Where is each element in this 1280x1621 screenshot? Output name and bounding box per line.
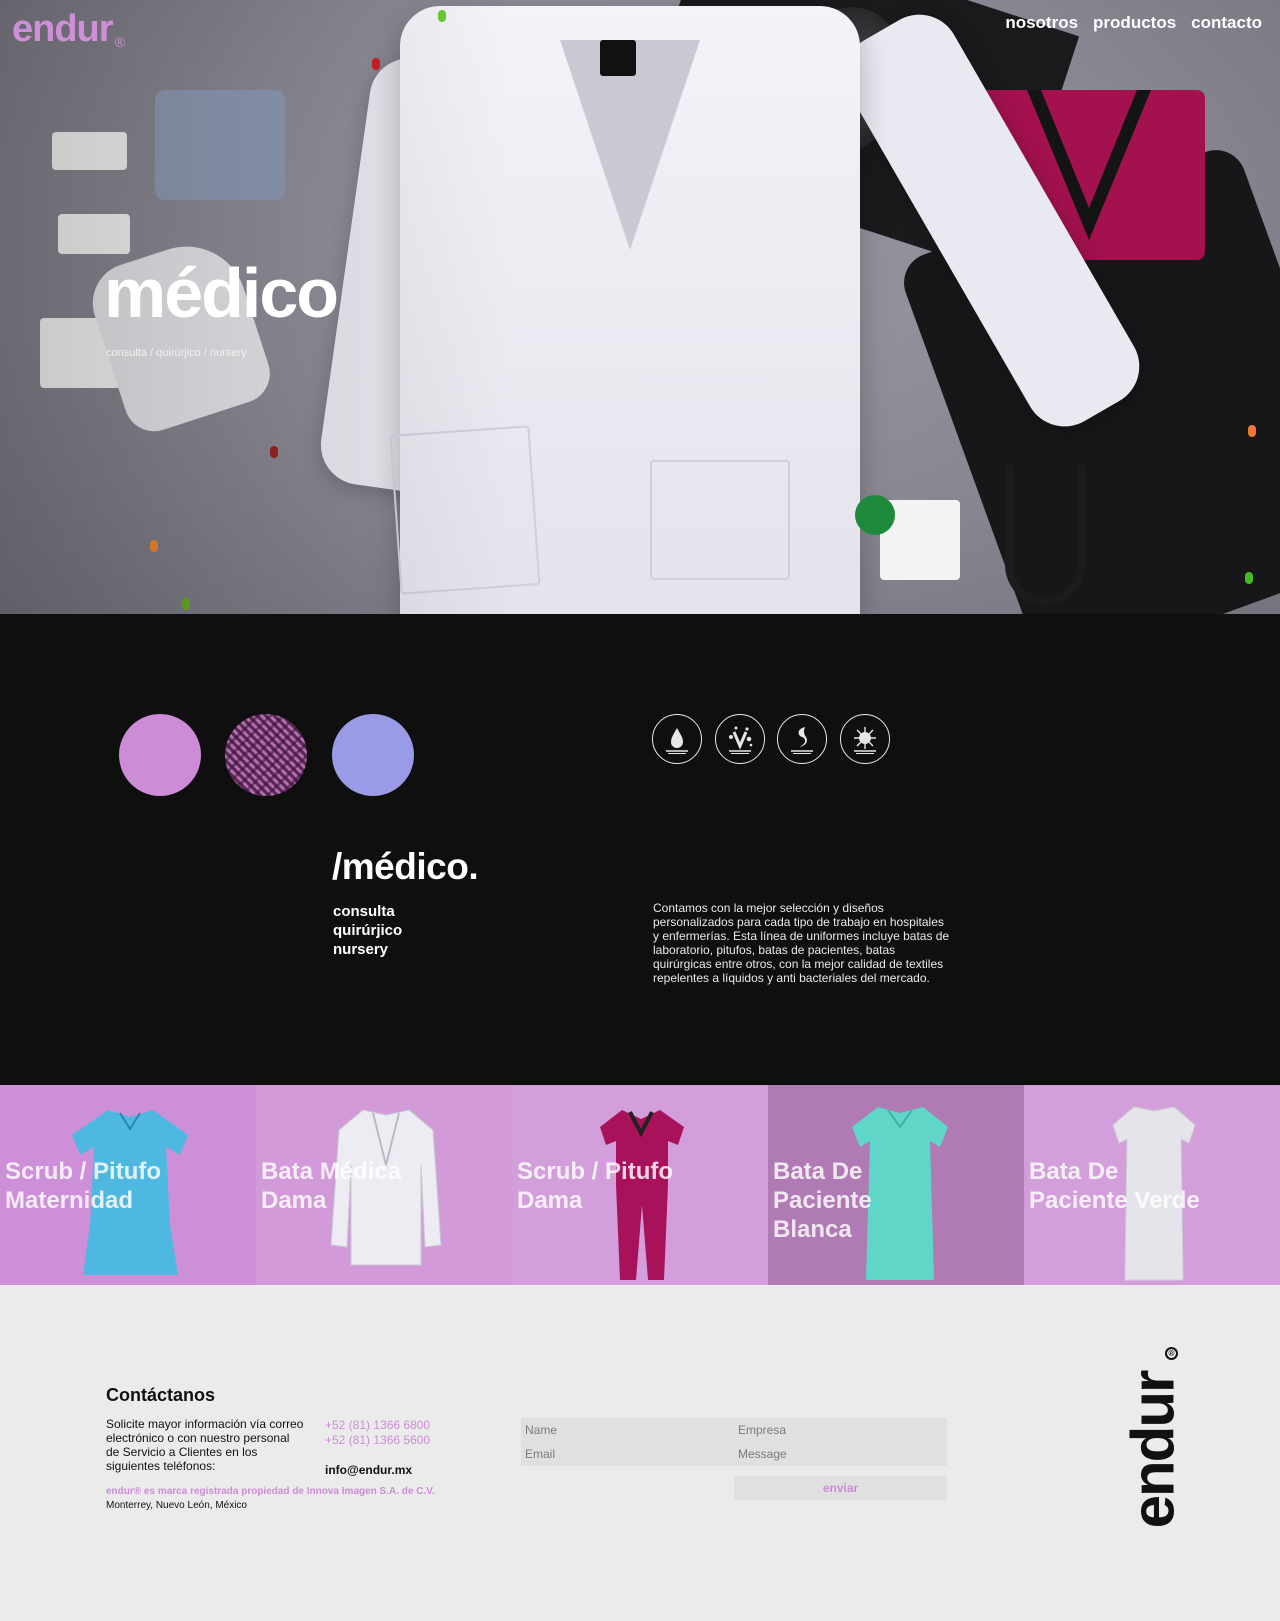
city-text: Monterrey, Nuevo León, México <box>106 1500 247 1511</box>
product-label: Bata Médica Dama <box>261 1157 401 1215</box>
category-item[interactable]: nursery <box>333 940 402 959</box>
hero-subtitle: consulta / quirúrjico / nursery <box>106 347 247 359</box>
email-link[interactable]: info@endur.mx <box>325 1463 412 1477</box>
product-label-line: Maternidad <box>5 1187 134 1214</box>
section-description: Contamos con la mejor selección y diseño… <box>653 901 950 985</box>
phone-link[interactable]: +52 (81) 1366 5600 <box>325 1433 430 1447</box>
product-label-line: Scrub / Pitufo <box>5 1158 161 1185</box>
color-swatch-textura[interactable] <box>225 714 307 796</box>
product-label-line: Bata De <box>1029 1158 1119 1185</box>
brand-reg: ® <box>114 34 125 50</box>
name-field[interactable] <box>521 1419 721 1441</box>
product-label-line: Blanca <box>773 1216 852 1243</box>
product-label-line: Dama <box>517 1187 583 1214</box>
send-button[interactable]: enviar <box>734 1476 947 1500</box>
category-list: consulta quirúrjico nursery <box>333 902 402 959</box>
category-item[interactable]: consulta <box>333 902 402 921</box>
virus-icon <box>840 714 890 764</box>
vertical-logo-text: endur <box>1119 1371 1187 1529</box>
water-drop-icon <box>652 714 702 764</box>
product-card[interactable]: Bata Médica Dama <box>256 1085 512 1285</box>
phone-link[interactable]: +52 (81) 1366 6800 <box>325 1418 430 1432</box>
product-label-line: Dama <box>261 1187 327 1214</box>
product-label: Scrub / Pitufo Dama <box>517 1157 673 1215</box>
product-label-line: Paciente <box>773 1187 872 1214</box>
product-label: Bata De Paciente Blanca <box>773 1157 872 1244</box>
color-swatch-lavanda[interactable] <box>332 714 414 796</box>
registered-mark-icon: ® <box>1165 1347 1178 1360</box>
contact-footer: Contáctanos Solicite mayor información v… <box>0 1285 1280 1621</box>
product-card[interactable]: Scrub / Pitufo Dama <box>512 1085 768 1285</box>
category-item[interactable]: quirúrjico <box>333 921 402 940</box>
email-field[interactable] <box>521 1443 721 1465</box>
product-card[interactable]: Scrub / Pitufo Maternidad <box>0 1085 256 1285</box>
main-nav: nosotros productos contacto <box>1005 13 1262 33</box>
brand-logo[interactable]: endur ® <box>12 8 125 51</box>
contact-title: Contáctanos <box>106 1385 216 1405</box>
nav-productos[interactable]: productos <box>1093 13 1176 33</box>
nav-nosotros[interactable]: nosotros <box>1005 13 1078 33</box>
antibacterial-icon <box>715 714 765 764</box>
hero-title: médico <box>104 254 339 332</box>
company-field[interactable] <box>734 1419 934 1441</box>
brand-name: endur <box>12 8 114 50</box>
message-field[interactable] <box>734 1443 934 1465</box>
product-label-line: Bata Médica <box>261 1158 402 1185</box>
product-label-line: Bata De <box>773 1158 863 1185</box>
product-label: Bata De Paciente Verde <box>1029 1157 1200 1215</box>
hero-section: endur ® nosotros productos contacto médic… <box>0 0 1280 614</box>
contact-form <box>521 1418 947 1466</box>
contact-text: Solicite mayor información vía correo el… <box>106 1417 304 1473</box>
legal-text: endur® es marca registrada propiedad de … <box>106 1486 435 1497</box>
color-swatch-lila[interactable] <box>119 714 201 796</box>
product-card[interactable]: Bata De Paciente Verde <box>1024 1085 1280 1285</box>
product-label-line: Paciente Verde <box>1029 1187 1200 1214</box>
section-title: /médico. <box>332 846 479 887</box>
product-label: Scrub / Pitufo Maternidad <box>5 1157 161 1215</box>
nav-contacto[interactable]: contacto <box>1191 13 1262 33</box>
vertical-logo: endur ® <box>1120 1345 1187 1555</box>
stain-icon <box>777 714 827 764</box>
product-card[interactable]: Bata De Paciente Blanca <box>768 1085 1024 1285</box>
product-label-line: Scrub / Pitufo <box>517 1158 673 1185</box>
category-section: /médico. consulta quirúrjico nursery Con… <box>0 614 1280 1085</box>
product-grid: Scrub / Pitufo Maternidad Bata Médica Dama… <box>0 1085 1280 1285</box>
